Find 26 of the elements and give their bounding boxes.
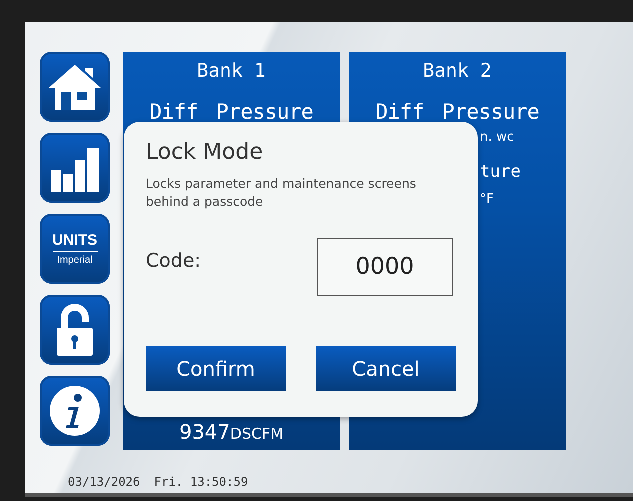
dialog-description: Locks parameter and maintenance screens behind a passcode [146,175,418,210]
bank-heading: Diff Pressure [376,100,540,124]
date-text: 03/13/2026 [68,475,140,489]
code-label: Code: [146,250,202,272]
cancel-button[interactable]: Cancel [316,346,456,391]
units-label: UNITS [52,232,98,252]
chart-button[interactable] [40,133,110,203]
bank-heading: Diff Pressure [150,100,314,124]
bank-title: Bank 2 [423,60,492,82]
bank-title: Bank 1 [197,60,266,82]
reading-text: ture [480,162,521,182]
info-icon [49,385,101,437]
units-value: Imperial [57,254,93,266]
confirm-button[interactable]: Confirm [146,346,286,391]
home-button[interactable] [40,52,110,122]
flow-value: 9347 [179,420,230,444]
home-icon [47,62,103,112]
flow-unit: DSCFM [230,425,284,443]
reading-text: n. wc [480,130,516,145]
lock-button[interactable] [40,295,110,365]
time-text: Fri. 13:50:59 [154,475,248,489]
reading-text: °F [480,192,495,207]
dialog-title: Lock Mode [146,140,264,165]
units-button[interactable]: UNITS Imperial [40,214,110,284]
info-button[interactable] [40,376,110,446]
code-input[interactable]: 0000 [317,238,453,296]
